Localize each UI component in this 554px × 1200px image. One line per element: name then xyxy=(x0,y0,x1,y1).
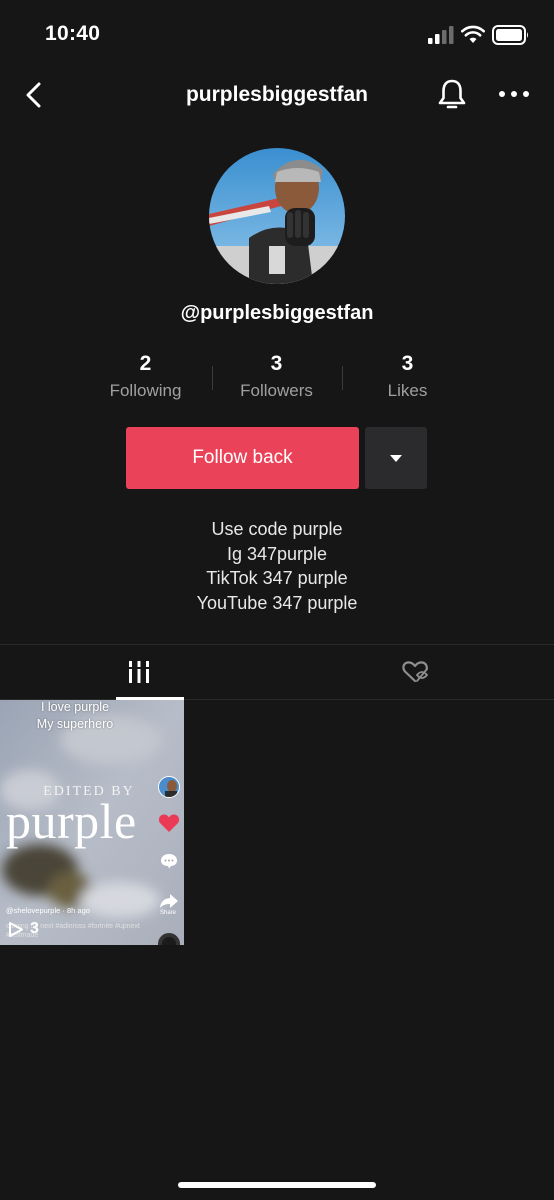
follow-back-button[interactable]: Follow back xyxy=(126,427,359,489)
share-icon xyxy=(160,894,178,908)
stat-likes: 3 Likes xyxy=(342,350,473,404)
share-label: Share xyxy=(160,910,177,916)
profile-avatar[interactable] xyxy=(209,148,345,284)
video-overlay-brand: purple xyxy=(6,793,137,849)
video-username: @shelovepurple · 8h ago xyxy=(6,906,90,915)
stat-value: 3 xyxy=(401,352,414,375)
play-count: 3 xyxy=(30,920,39,937)
nav-title: purplesbiggestfan xyxy=(185,83,369,106)
tab-liked-videos[interactable] xyxy=(277,645,554,699)
profile-screen: 10:40 purplesbiggestfan @purplesbiggestf… xyxy=(0,0,554,1200)
profile-stats: 2 Following 3 Followers 3 Likes xyxy=(80,350,474,406)
stat-value: 3 xyxy=(270,352,283,375)
video-creator-avatar xyxy=(158,776,180,798)
video-caption-line: I love purple xyxy=(40,700,110,714)
stat-label: Likes xyxy=(387,381,428,400)
stat-value: 2 xyxy=(139,352,152,375)
home-indicator xyxy=(178,1182,376,1188)
profile-handle: @purplesbiggestfan xyxy=(180,302,374,324)
video-thumbnail[interactable]: I love purple My superhero EDITED BY pur… xyxy=(0,700,184,945)
cellular-signal-icon xyxy=(428,26,454,44)
grid-icon xyxy=(128,661,149,683)
comment-icon xyxy=(161,854,177,869)
status-time: 10:40 xyxy=(45,22,101,45)
stat-label: Followers xyxy=(240,381,313,400)
play-icon xyxy=(9,922,23,937)
stat-label: Following xyxy=(109,381,182,400)
video-description: coming up next #adinross #fortnite #upne… xyxy=(6,923,140,939)
suggested-accounts-dropdown-button[interactable] xyxy=(365,427,427,489)
bio-line: TikTok 347 purple xyxy=(206,568,348,588)
battery-icon xyxy=(492,25,528,45)
profile-bio: Use code purple Ig 347purple TikTok 347 … xyxy=(0,517,554,615)
status-bar: 10:40 xyxy=(0,0,554,70)
bio-line: YouTube 347 purple xyxy=(196,592,358,613)
stat-following[interactable]: 2 Following xyxy=(80,350,211,404)
caret-down-icon xyxy=(390,454,402,462)
bio-line: Ig 347purple xyxy=(226,543,328,564)
nav-bar: purplesbiggestfan xyxy=(0,70,554,120)
video-caption-line: My superhero xyxy=(36,717,114,731)
notification-bell-icon[interactable] xyxy=(436,78,468,112)
liked-private-icon xyxy=(401,661,428,683)
heart-icon xyxy=(158,814,180,832)
bio-line: Use code purple xyxy=(211,519,343,539)
tab-videos[interactable] xyxy=(0,645,277,699)
more-options-icon[interactable] xyxy=(498,88,530,100)
wifi-icon xyxy=(461,25,485,43)
stat-followers[interactable]: 3 Followers xyxy=(211,350,342,404)
